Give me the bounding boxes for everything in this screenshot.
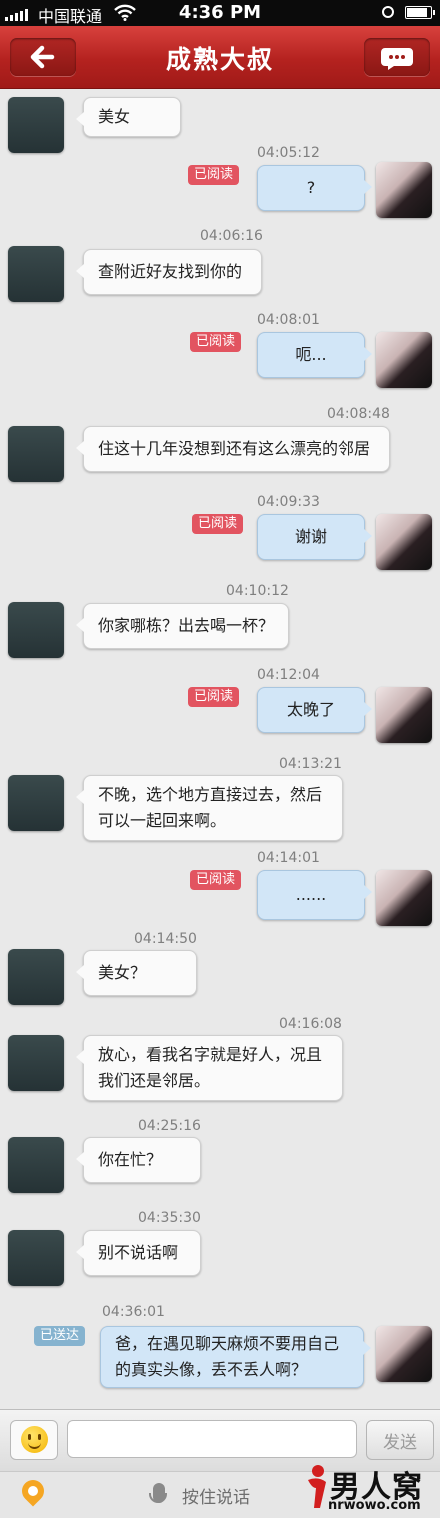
message-bubble-in[interactable]: 你在忙？: [76, 1137, 201, 1183]
battery-icon: [405, 6, 435, 19]
message-text: 住这十几年没想到还有这么漂亮的邻居: [98, 439, 371, 458]
read-status-badge: 已阅读: [188, 165, 240, 185]
message-bubble-in[interactable]: 住这十几年没想到还有这么漂亮的邻居: [76, 426, 390, 472]
message-timestamp: 04:14:01: [257, 850, 320, 866]
message-bubble-in[interactable]: 美女？: [76, 950, 197, 996]
message-text: 不晚，选个地方直接过去，然后可以一起回来啊。: [98, 785, 323, 830]
logo-url: nrwowo.com: [328, 1498, 421, 1513]
message-timestamp: 04:25:16: [138, 1118, 201, 1134]
message-text: 查附近好友找到你的: [98, 262, 243, 281]
message-bubble-in[interactable]: 别不说话啊: [76, 1230, 201, 1276]
message-text: 你在忙？: [98, 1150, 163, 1169]
message-bubble-out[interactable]: 谢谢: [257, 514, 372, 560]
clock-icon: [382, 6, 394, 18]
message-timestamp: 04:10:12: [226, 583, 289, 599]
contact-avatar[interactable]: [8, 246, 64, 302]
message-text: 太晚了: [286, 700, 335, 719]
message-input[interactable]: [67, 1420, 357, 1458]
message-text: 放心，看我名字就是好人，况且我们还是邻居。: [98, 1045, 323, 1090]
message-text: 别不说话啊: [98, 1243, 179, 1262]
my-avatar[interactable]: [376, 332, 432, 388]
message-text: 你家哪栋？出去喝一杯？: [98, 616, 275, 635]
contact-avatar[interactable]: [8, 426, 64, 482]
my-avatar[interactable]: [376, 514, 432, 570]
message-bubble-in[interactable]: 你家哪栋？出去喝一杯？: [76, 603, 289, 649]
message-text: 美女: [98, 107, 131, 126]
message-bubble-in[interactable]: 美女: [76, 97, 181, 137]
message-text: ......: [295, 885, 327, 904]
message-timestamp: 04:08:48: [327, 406, 390, 422]
watermark-logo: 男人窝 nrwowo.com: [298, 1460, 438, 1518]
message-timestamp: 04:09:33: [257, 494, 320, 510]
contact-avatar[interactable]: [8, 1230, 64, 1286]
contact-avatar[interactable]: [8, 949, 64, 1005]
message-text: 谢谢: [294, 527, 327, 546]
message-timestamp: 04:12:04: [257, 667, 320, 683]
my-avatar[interactable]: [376, 870, 432, 926]
my-avatar[interactable]: [376, 1326, 432, 1382]
message-text: ?: [306, 178, 316, 197]
message-bubble-in[interactable]: 不晚，选个地方直接过去，然后可以一起回来啊。: [76, 775, 343, 841]
status-time: 4:36 PM: [178, 2, 262, 23]
contact-avatar[interactable]: [8, 1137, 64, 1193]
read-status-badge: 已阅读: [190, 332, 242, 352]
location-icon[interactable]: [17, 1475, 49, 1507]
message-text: 美女？: [98, 963, 147, 982]
message-timestamp: 04:14:50: [134, 931, 197, 947]
read-status-badge: 已阅读: [192, 514, 244, 534]
nav-bar: 成熟大叔: [0, 26, 440, 89]
message-timestamp: 04:16:08: [279, 1016, 342, 1032]
chat-area[interactable]: 美女 04:05:12 已阅读 ? 04:06:16 查附近好友找到你的 04:…: [0, 89, 440, 1409]
delivered-status-badge: 已送达: [34, 1326, 86, 1346]
message-timestamp: 04:36:01: [102, 1304, 165, 1320]
message-timestamp: 04:13:21: [279, 756, 342, 772]
message-timestamp: 04:06:16: [200, 228, 263, 244]
send-button[interactable]: 发送: [366, 1420, 434, 1460]
message-bubble-out[interactable]: ......: [257, 870, 372, 920]
contact-avatar[interactable]: [8, 1035, 64, 1091]
microphone-icon[interactable]: [149, 1483, 167, 1503]
message-bubble-out[interactable]: 爸，在遇见聊天麻烦不要用自己的真实头像，丢不丢人啊？: [100, 1326, 371, 1388]
message-text: 呃...: [295, 345, 327, 364]
status-bar: 中国联通 4:36 PM: [0, 0, 440, 26]
logo-figure-icon: [308, 1465, 326, 1508]
read-status-badge: 已阅读: [190, 870, 242, 890]
message-timestamp: 04:35:30: [138, 1210, 201, 1226]
contact-avatar[interactable]: [8, 602, 64, 658]
message-bubble-out[interactable]: 呃...: [257, 332, 372, 378]
message-timestamp: 04:08:01: [257, 312, 320, 328]
contact-avatar[interactable]: [8, 775, 64, 831]
message-bubble-in[interactable]: 查附近好友找到你的: [76, 249, 262, 295]
contact-avatar[interactable]: [8, 97, 64, 153]
emoji-icon: [21, 1426, 48, 1453]
message-bubble-in[interactable]: 放心，看我名字就是好人，况且我们还是邻居。: [76, 1035, 343, 1101]
message-bubble-out[interactable]: ?: [257, 165, 372, 211]
my-avatar[interactable]: [376, 162, 432, 218]
hold-to-talk-button[interactable]: 按住说话: [182, 1483, 250, 1508]
message-text: 爸，在遇见聊天麻烦不要用自己的真实头像，丢不丢人啊？: [115, 1334, 340, 1379]
emoji-button[interactable]: [10, 1420, 58, 1460]
chat-info-button[interactable]: [364, 38, 430, 76]
my-avatar[interactable]: [376, 687, 432, 743]
message-timestamp: 04:05:12: [257, 145, 320, 161]
bottom-bar: 按住说话 男人窝 nrwowo.com: [0, 1465, 440, 1518]
read-status-badge: 已阅读: [188, 687, 240, 707]
chat-bubble-icon: [381, 48, 413, 70]
message-bubble-out[interactable]: 太晚了: [257, 687, 372, 733]
